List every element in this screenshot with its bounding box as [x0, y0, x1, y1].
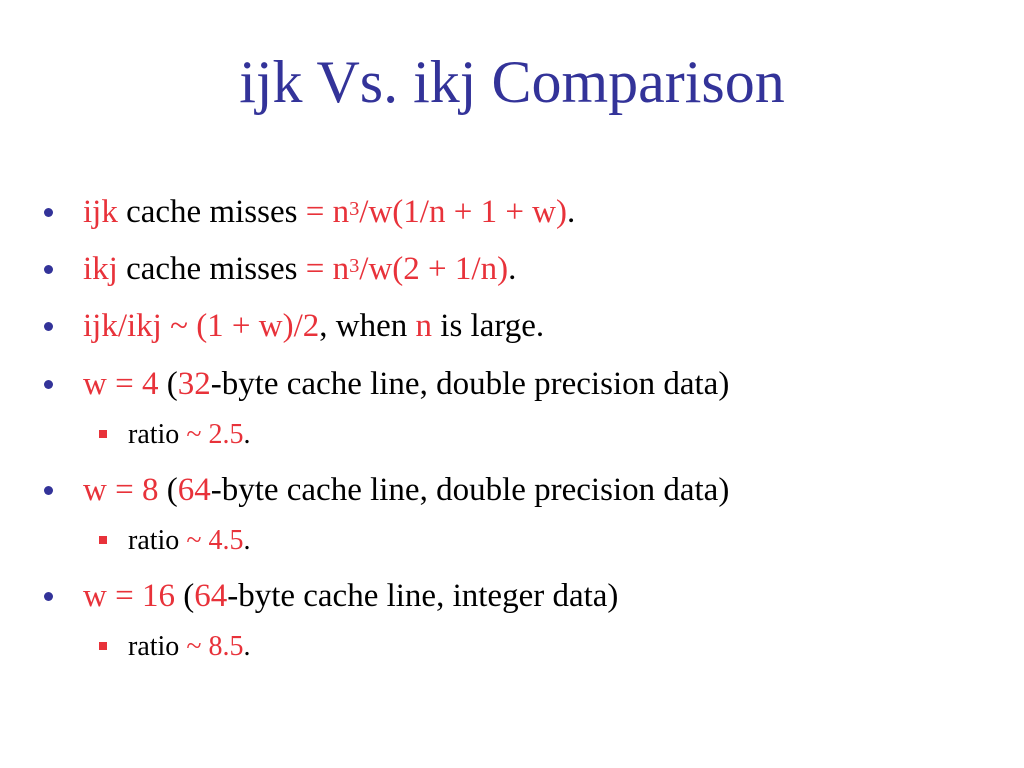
slide: ijk Vs. ikj Comparison ijk cache misses … [0, 0, 1024, 768]
bullet-text-segment: -byte cache line, double precision data) [210, 472, 730, 508]
bullet-text-segment: 64 [194, 578, 228, 614]
bullet-text-segment: = n [305, 251, 350, 287]
bullet-text-segment: , when [319, 308, 416, 344]
bullet-text-segment: ijk [83, 194, 118, 230]
slide-title: ijk Vs. ikj Comparison [239, 49, 785, 115]
bullet-text-segment: 32 [177, 366, 211, 402]
bullet-square-icon [99, 430, 107, 438]
bullet-text-segment: ikj [83, 251, 118, 287]
bullet-dot-icon [44, 322, 53, 331]
bullet-text-segment: w = 4 [83, 366, 159, 402]
bullet-text-segment: ~ 2.5 [186, 419, 244, 450]
sub-bullet-item: ratio ~ 4.5. [128, 524, 250, 558]
bullet-item: ijk/ikj ~ (1 + w)/2, when n is large. [83, 306, 544, 346]
sub-bullet-item: ratio ~ 2.5. [128, 418, 250, 452]
bullet-text-segment: n [415, 308, 433, 344]
bullet-text-segment: ~ 8.5 [186, 631, 244, 662]
bullet-text-segment: ratio [128, 631, 187, 662]
bullet-text-segment: -byte cache line, double precision data) [210, 366, 730, 402]
bullet-dot-icon [44, 486, 53, 495]
bullet-dot-icon [44, 592, 53, 601]
bullet-item: ikj cache misses = n3/w(2 + 1/n). [83, 249, 516, 289]
sub-bullet-item: ratio ~ 8.5. [128, 630, 250, 664]
bullet-text-segment: w = 16 [83, 578, 175, 614]
bullet-dot-icon [44, 208, 53, 217]
bullet-item: ijk cache misses = n3/w(1/n + 1 + w). [83, 192, 575, 232]
bullet-text-segment: /w(1/n + 1 + w) [359, 194, 567, 230]
bullet-text-segment: 64 [177, 472, 211, 508]
bullet-text-segment: . [567, 194, 576, 230]
superscript-text: 3 [349, 254, 360, 277]
bullet-text-segment: ( [158, 472, 178, 508]
bullet-text-segment: . [243, 525, 251, 556]
bullet-text-segment: cache misses [117, 251, 306, 287]
bullet-text-segment: . [508, 251, 517, 287]
bullet-text-segment: ratio [128, 419, 187, 450]
bullet-dot-icon [44, 380, 53, 389]
bullet-item: w = 16 (64-byte cache line, integer data… [83, 576, 618, 616]
bullet-text-segment: -byte cache line, integer data) [227, 578, 619, 614]
bullet-text-segment: /w(2 + 1/n) [359, 251, 509, 287]
bullet-text-segment: ijk/ikj ~ (1 + w)/2 [83, 308, 320, 344]
superscript-text: 3 [349, 197, 360, 220]
bullet-square-icon [99, 536, 107, 544]
bullet-text-segment: cache misses [117, 194, 306, 230]
bullet-text-segment: ( [158, 366, 178, 402]
bullet-text-segment: w = 8 [83, 472, 159, 508]
bullet-text-segment: . [243, 631, 251, 662]
bullet-text-segment: ( [174, 578, 195, 614]
bullet-text-segment: ~ 4.5 [186, 525, 244, 556]
bullet-item: w = 8 (64-byte cache line, double precis… [83, 470, 729, 510]
bullet-text-segment: is large. [432, 308, 545, 344]
bullet-text-segment: = n [305, 194, 350, 230]
bullet-square-icon [99, 642, 107, 650]
bullet-text-segment: ratio [128, 525, 187, 556]
bullet-dot-icon [44, 265, 53, 274]
bullet-text-segment: . [243, 419, 251, 450]
bullet-item: w = 4 (32-byte cache line, double precis… [83, 364, 729, 404]
